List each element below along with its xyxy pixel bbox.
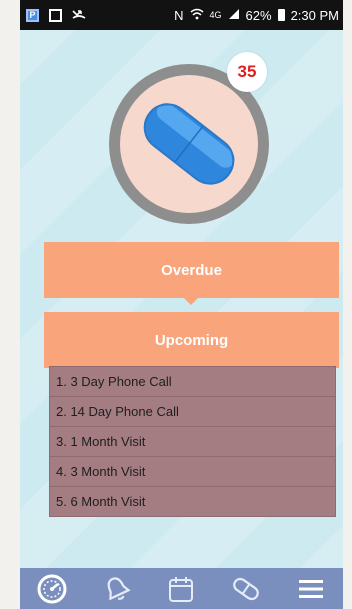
menu-icon (298, 579, 323, 598)
wifi-icon (190, 8, 204, 23)
status-bar: P N 4G 62% 2:30 PM (20, 0, 343, 30)
upcoming-section[interactable]: Upcoming (44, 312, 339, 375)
nav-medications[interactable] (226, 571, 266, 607)
screen-icon (49, 8, 62, 22)
list-item[interactable]: 3. 1 Month Visit (50, 427, 335, 457)
nav-dashboard[interactable] (32, 571, 72, 607)
nav-notifications[interactable] (97, 571, 137, 607)
calendar-icon (169, 576, 194, 602)
app-screen: P N 4G 62% 2:30 PM 35 Overdue Upcoming 1… (20, 0, 343, 609)
signal-icon (228, 8, 240, 23)
overdue-label: Overdue (161, 261, 222, 279)
nav-calendar[interactable] (161, 571, 201, 607)
nfc-icon: N (174, 7, 184, 23)
bottom-nav (20, 568, 343, 609)
list-item[interactable]: 1. 3 Day Phone Call (50, 367, 335, 397)
upcoming-list: 1. 3 Day Phone Call 2. 14 Day Phone Call… (49, 366, 336, 517)
pill-icon (233, 577, 259, 600)
pill-count-badge: 35 (227, 52, 267, 92)
clock: 2:30 PM (290, 7, 339, 23)
list-item[interactable]: 4. 3 Month Visit (50, 457, 335, 487)
missed-call-icon (72, 8, 86, 23)
parking-icon: P (26, 8, 39, 22)
upcoming-label: Upcoming (154, 331, 229, 349)
battery-percent: 62% (245, 7, 272, 23)
overdue-caret (184, 298, 198, 305)
dashboard-icon (37, 574, 67, 603)
nav-menu[interactable] (291, 571, 331, 607)
network-type: 4G (209, 10, 222, 20)
overdue-section[interactable]: Overdue (44, 242, 339, 305)
list-item[interactable]: 2. 14 Day Phone Call (50, 397, 335, 427)
list-item[interactable]: 5. 6 Month Visit (50, 487, 335, 516)
bell-icon (107, 576, 131, 600)
battery-icon (277, 9, 285, 21)
